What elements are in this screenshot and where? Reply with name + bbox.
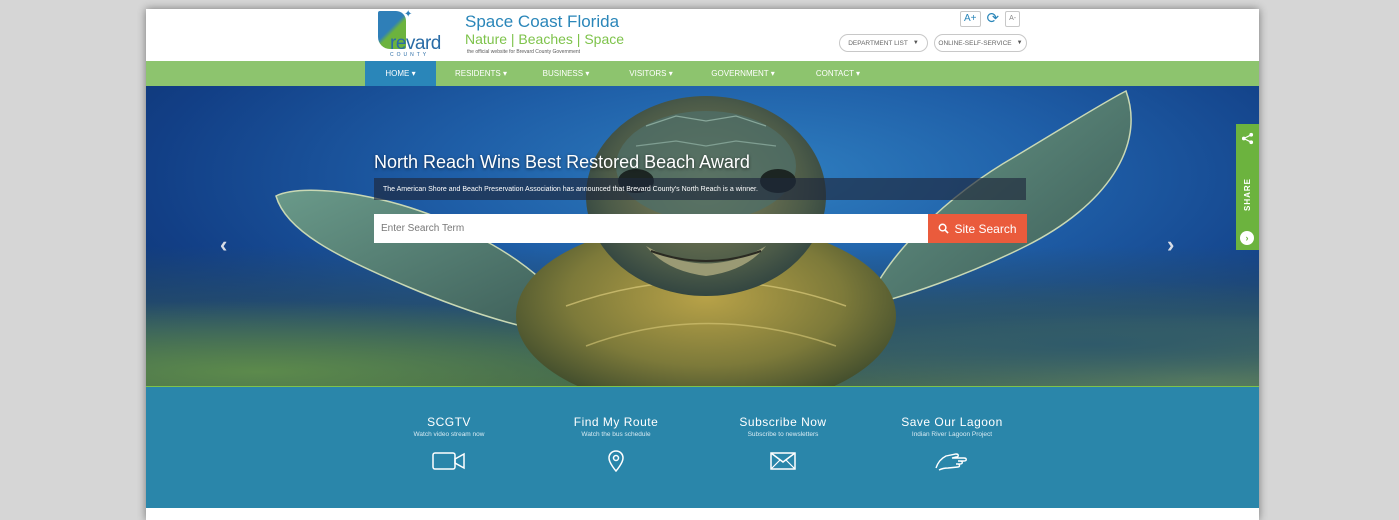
font-size-controls: A+ ⟳ A- — [960, 11, 1021, 27]
site-small-tagline: the official website for Brevard County … — [467, 49, 581, 55]
font-decrease-button[interactable]: A- — [1005, 11, 1021, 27]
feature-subtitle: Watch the bus schedule — [581, 431, 651, 438]
site-search-label: Site Search — [954, 221, 1017, 236]
feature-subtitle: Subscribe to newsletters — [747, 431, 819, 438]
site-title: Space Coast Florida — [465, 12, 620, 31]
online-self-service-dropdown[interactable]: ONLINE-SELF-SERVICE ▼ — [934, 34, 1027, 52]
site-header: ✦ revard COUNTY Space Coast Florida Natu… — [146, 9, 1259, 61]
feature-scgtv[interactable]: SCGTV Watch video stream now — [369, 415, 529, 472]
nav-visitors[interactable]: VISITORS ▾ — [621, 61, 681, 86]
caret-down-icon: ▼ — [1016, 40, 1023, 46]
department-list-dropdown[interactable]: DEPARTMENT LIST ▼ — [839, 34, 928, 52]
feature-subtitle: Watch video stream now — [413, 431, 485, 438]
caret-down-icon: ▼ — [912, 40, 919, 46]
nav-home[interactable]: HOME ▾ — [365, 61, 436, 86]
hero-slider: North Reach Wins Best Restored Beach Awa… — [146, 86, 1259, 386]
hand-icon — [872, 450, 1032, 472]
video-camera-icon — [369, 450, 529, 472]
feature-find-my-route[interactable]: Find My Route Watch the bus schedule — [536, 415, 696, 472]
font-increase-button[interactable]: A+ — [960, 11, 981, 27]
search-input[interactable] — [374, 214, 928, 243]
main-nav: HOME ▾ RESIDENTS ▾ BUSINESS ▾ VISITORS ▾… — [146, 61, 1259, 86]
font-reset-icon[interactable]: ⟳ — [987, 11, 1000, 26]
site-subtitle: Nature | Beaches | Space — [465, 31, 625, 47]
feature-subtitle: Indian River Lagoon Project — [911, 431, 993, 438]
online-self-service-label: ONLINE-SELF-SERVICE — [938, 39, 1012, 47]
share-toggle-arrow-icon[interactable]: › — [1240, 231, 1254, 245]
nav-residents[interactable]: RESIDENTS ▾ — [446, 61, 516, 86]
share-sidebar[interactable]: SHARE › — [1236, 124, 1259, 250]
site-search-form: Site Search — [374, 214, 1027, 243]
nav-government[interactable]: GOVERNMENT ▾ — [703, 61, 783, 86]
search-icon — [939, 223, 950, 234]
slide-title[interactable]: North Reach Wins Best Restored Beach Awa… — [374, 152, 750, 173]
feature-subscribe-now[interactable]: Subscribe Now Subscribe to newsletters — [703, 415, 863, 472]
feature-title: Find My Route — [573, 415, 659, 429]
logo-sub: COUNTY — [390, 52, 430, 58]
share-label: SHARE — [1243, 177, 1252, 211]
nav-contact[interactable]: CONTACT ▾ — [808, 61, 868, 86]
logo-star-icon: ✦ — [404, 9, 413, 20]
slide-description: The American Shore and Beach Preservatio… — [374, 178, 1026, 200]
nav-business[interactable]: BUSINESS ▾ — [536, 61, 596, 86]
content-start — [146, 508, 1259, 520]
feature-save-our-lagoon[interactable]: Save Our Lagoon Indian River Lagoon Proj… — [872, 415, 1032, 472]
share-icon[interactable] — [1236, 124, 1259, 152]
prev-slide-arrow-icon[interactable]: ‹ — [220, 232, 227, 258]
department-list-label: DEPARTMENT LIST — [848, 39, 908, 47]
map-pin-icon — [536, 450, 696, 472]
features-bar: SCGTV Watch video stream now Find My Rou… — [146, 387, 1259, 508]
feature-title: Subscribe Now — [739, 415, 827, 429]
next-slide-arrow-icon[interactable]: › — [1167, 232, 1174, 258]
brevard-logo[interactable]: ✦ revard COUNTY — [374, 9, 441, 58]
feature-title: Save Our Lagoon — [901, 415, 1003, 429]
feature-title: SCGTV — [427, 415, 471, 429]
envelope-icon — [703, 450, 863, 472]
site-search-button[interactable]: Site Search — [928, 214, 1027, 243]
page-frame: ✦ revard COUNTY Space Coast Florida Natu… — [146, 9, 1259, 520]
